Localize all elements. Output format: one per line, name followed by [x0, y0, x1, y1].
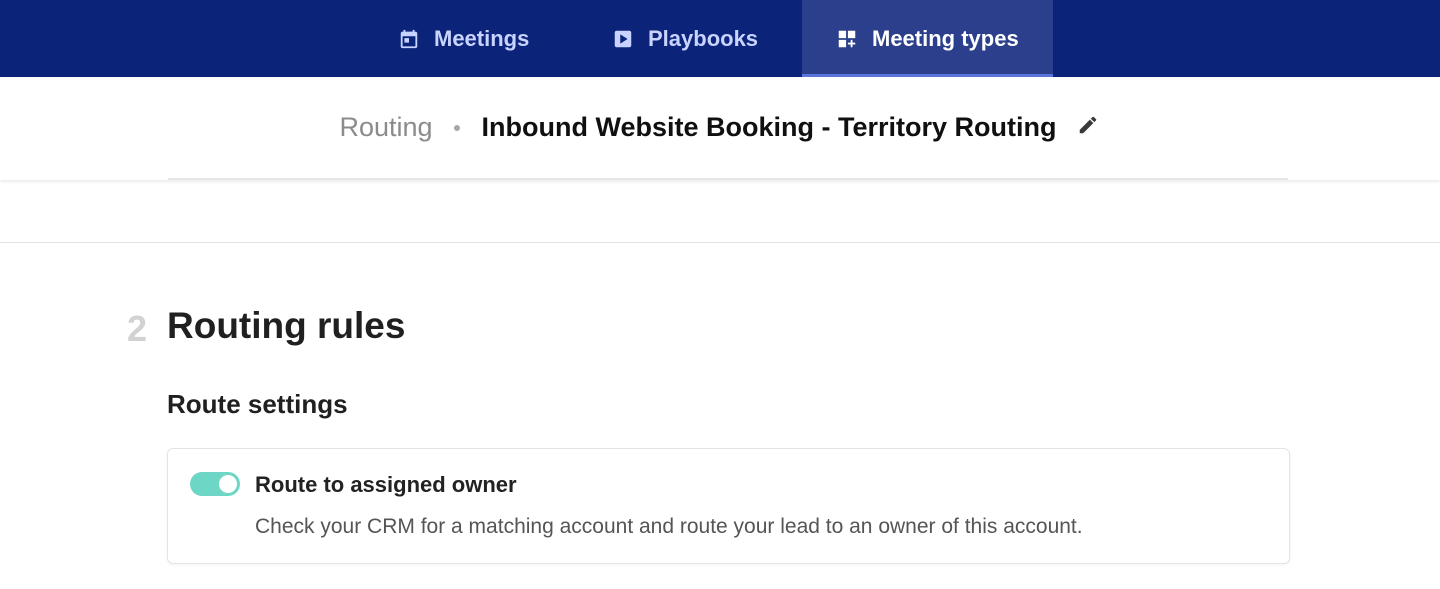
- play-icon: [612, 28, 634, 50]
- tab-label: Meetings: [434, 25, 530, 51]
- tab-meetings[interactable]: Meetings: [398, 0, 529, 77]
- breadcrumb-routing[interactable]: Routing: [339, 112, 432, 143]
- route-option-title: Route to assigned owner: [255, 472, 517, 497]
- header-divider: [168, 178, 1288, 180]
- route-owner-toggle[interactable]: [190, 472, 240, 496]
- pencil-icon: [1077, 114, 1099, 141]
- edit-title-button[interactable]: [1075, 115, 1101, 141]
- tab-meeting-types[interactable]: Meeting types: [802, 0, 1053, 77]
- route-option-description: Check your CRM for a matching account an…: [255, 515, 1083, 538]
- toggle-knob: [219, 475, 237, 493]
- step-number: 2: [127, 308, 148, 349]
- calendar-icon: [398, 28, 420, 50]
- top-navigation: Meetings Playbooks Meeting types: [0, 0, 1440, 77]
- tab-label: Meeting types: [872, 25, 1019, 51]
- grid-plus-icon: [836, 28, 858, 50]
- route-option-card: Route to assigned owner Check your CRM f…: [167, 448, 1290, 564]
- route-settings-heading: Route settings: [167, 389, 348, 419]
- section-title: Routing rules: [167, 305, 406, 346]
- page-header: Routing Inbound Website Booking - Territ…: [0, 77, 1440, 180]
- breadcrumb-separator: [453, 124, 460, 131]
- tab-label: Playbooks: [648, 25, 759, 51]
- section-divider: [0, 242, 1440, 243]
- tab-playbooks[interactable]: Playbooks: [612, 0, 758, 77]
- page-title: Inbound Website Booking - Territory Rout…: [481, 112, 1057, 142]
